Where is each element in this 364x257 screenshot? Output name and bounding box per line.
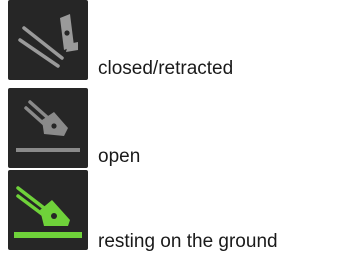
leg-ground-icon [8,170,88,250]
legend-item-closed: closed/retracted [8,0,364,80]
legend-label-ground: resting on the ground [98,231,278,252]
leg-closed-icon [8,0,88,80]
leg-open-icon [8,88,88,168]
legend-label-open: open [98,146,141,167]
legend-label-closed: closed/retracted [98,58,234,79]
legend-item-ground: resting on the ground [8,170,364,252]
legend-item-open: open [8,88,364,168]
